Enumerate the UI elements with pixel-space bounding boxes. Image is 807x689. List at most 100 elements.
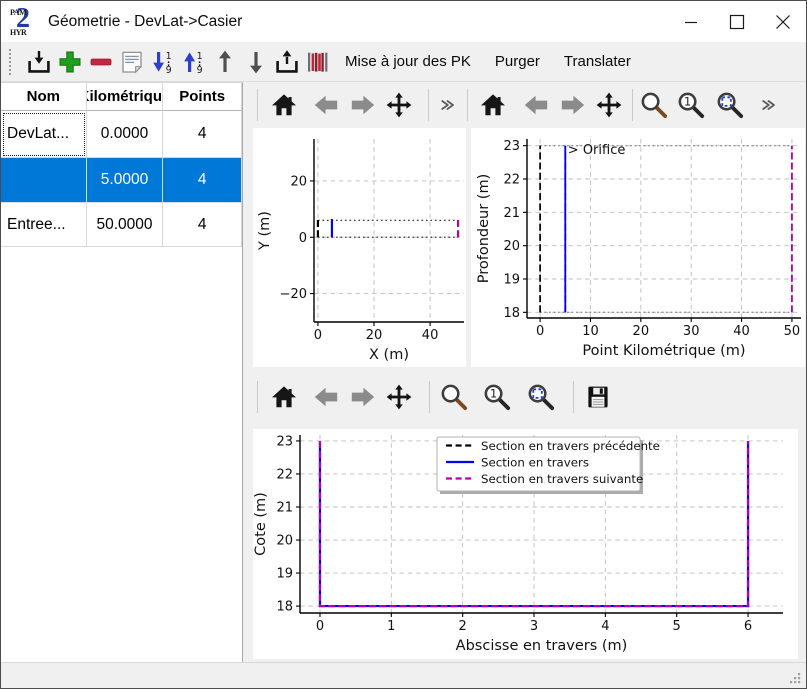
svg-text:0: 0 xyxy=(536,324,544,339)
cell-nom[interactable]: Entree... xyxy=(1,203,87,247)
svg-text:40: 40 xyxy=(422,328,439,343)
back-arrow-icon xyxy=(522,91,550,119)
forward-button[interactable] xyxy=(558,90,588,120)
sort-descending-button[interactable] xyxy=(178,46,209,77)
toolbar-overflow-button[interactable] xyxy=(757,90,779,120)
add-row-button[interactable] xyxy=(54,46,85,77)
minimize-button[interactable] xyxy=(668,1,714,42)
svg-text:Abscisse en travers (m): Abscisse en travers (m) xyxy=(456,638,628,654)
update-pk-button[interactable]: Mise à jour des PK xyxy=(333,46,483,77)
back-button[interactable] xyxy=(311,382,341,412)
svg-text:4: 4 xyxy=(601,619,609,634)
status-bar xyxy=(1,662,806,689)
toolbar-separator xyxy=(429,381,430,413)
zoom-rect-button[interactable] xyxy=(639,90,669,120)
maximize-button[interactable] xyxy=(714,1,760,42)
plan-view-canvas: 02040−20020X (m)Y (m) xyxy=(253,128,466,367)
magnifier-1-icon xyxy=(482,382,512,412)
toolbar-separator xyxy=(428,89,429,121)
save-figure-button[interactable] xyxy=(583,382,613,412)
maximize-icon xyxy=(729,14,745,30)
import-icon xyxy=(25,48,53,76)
edit-notes-button[interactable] xyxy=(116,46,147,77)
zoom-fit-button[interactable] xyxy=(715,90,745,120)
export-button[interactable] xyxy=(271,46,302,77)
pan-button[interactable] xyxy=(384,382,414,412)
back-arrow-icon xyxy=(312,91,340,119)
sort-up-1-9-icon xyxy=(180,48,208,76)
cell-points[interactable]: 4 xyxy=(163,158,242,203)
forward-button[interactable] xyxy=(348,90,378,120)
cell-kilometrique[interactable]: 50.0000 xyxy=(87,203,164,247)
svg-text:Section en travers: Section en travers xyxy=(481,456,589,470)
zoom-fit-button[interactable] xyxy=(526,382,556,412)
forward-button[interactable] xyxy=(348,382,378,412)
svg-text:20: 20 xyxy=(290,174,307,189)
toolbar-separator xyxy=(632,89,633,121)
toolbar-overflow-button[interactable] xyxy=(436,90,458,120)
close-button[interactable] xyxy=(760,1,806,42)
translater-button[interactable]: Translater xyxy=(552,46,643,77)
cross-section-plot[interactable]: 0123456181920212223Abscisse en travers (… xyxy=(253,429,798,659)
cell-points[interactable]: 4 xyxy=(163,111,242,158)
home-icon xyxy=(270,91,298,119)
home-button[interactable] xyxy=(269,382,299,412)
delete-row-button[interactable] xyxy=(85,46,116,77)
svg-text:Section en travers précédente: Section en travers précédente xyxy=(481,439,660,453)
toolbar-separator xyxy=(257,89,258,121)
sort-ascending-button[interactable] xyxy=(147,46,178,77)
toolbar-drag-handle[interactable] xyxy=(9,49,16,75)
svg-text:23: 23 xyxy=(503,139,520,154)
purger-button[interactable]: Purger xyxy=(483,46,552,77)
longitudinal-profile-plot[interactable]: 01020304050181920212223Point Kilométriqu… xyxy=(471,128,805,367)
back-button[interactable] xyxy=(521,90,551,120)
svg-text:22: 22 xyxy=(276,467,293,482)
export-icon xyxy=(273,48,301,76)
table-row-selected: 5.0000 4 xyxy=(1,158,242,203)
pan-move-icon xyxy=(385,91,413,119)
move-up-button[interactable] xyxy=(209,46,240,77)
svg-text:40: 40 xyxy=(733,324,750,339)
svg-text:23: 23 xyxy=(276,434,293,449)
svg-text:Profondeur (m): Profondeur (m) xyxy=(476,174,492,284)
zoom-one-button[interactable] xyxy=(482,382,512,412)
import-button[interactable] xyxy=(23,46,54,77)
longitudinal-profile-canvas: 01020304050181920212223Point Kilométriqu… xyxy=(471,128,805,367)
close-icon xyxy=(775,14,791,30)
zoom-one-button[interactable] xyxy=(676,90,706,120)
svg-text:10: 10 xyxy=(582,324,599,339)
cell-kilometrique[interactable]: 5.0000 xyxy=(87,158,164,203)
magnifier-fit-icon xyxy=(526,382,556,412)
plots-panel: 02040−20020X (m)Y (m) 010203040501819202… xyxy=(243,82,806,662)
svg-text:20: 20 xyxy=(276,534,293,549)
svg-text:50: 50 xyxy=(784,324,801,339)
window-controls xyxy=(668,1,806,42)
toolbar-separator xyxy=(573,381,574,413)
cell-nom[interactable]: DevLat... xyxy=(1,111,87,158)
sections-pattern-button[interactable] xyxy=(302,46,333,77)
resize-grip[interactable] xyxy=(789,672,802,685)
move-down-button[interactable] xyxy=(240,46,271,77)
cell-nom[interactable] xyxy=(1,158,87,203)
zoom-rect-button[interactable] xyxy=(439,382,469,412)
magnifier-icon xyxy=(639,90,669,120)
cross-section-canvas: 0123456181920212223Abscisse en travers (… xyxy=(253,429,798,659)
plan-view-plot[interactable]: 02040−20020X (m)Y (m) xyxy=(253,128,466,367)
column-header-nom[interactable]: Nom xyxy=(1,83,87,111)
home-button[interactable] xyxy=(478,90,508,120)
pan-button[interactable] xyxy=(594,90,624,120)
column-header-kilometrique[interactable]: Kilométrique xyxy=(87,83,164,111)
cell-kilometrique[interactable]: 0.0000 xyxy=(87,111,164,158)
svg-text:18: 18 xyxy=(503,306,520,321)
forward-arrow-icon xyxy=(349,383,377,411)
svg-text:21: 21 xyxy=(276,500,293,515)
svg-text:21: 21 xyxy=(503,206,520,221)
column-header-points[interactable]: Points xyxy=(163,83,242,111)
cell-points[interactable]: 4 xyxy=(163,203,242,247)
svg-text:0: 0 xyxy=(314,328,322,343)
svg-text:Cote (m): Cote (m) xyxy=(253,492,269,556)
back-button[interactable] xyxy=(311,90,341,120)
pan-button[interactable] xyxy=(384,90,414,120)
svg-text:6: 6 xyxy=(744,619,752,634)
home-button[interactable] xyxy=(269,90,299,120)
